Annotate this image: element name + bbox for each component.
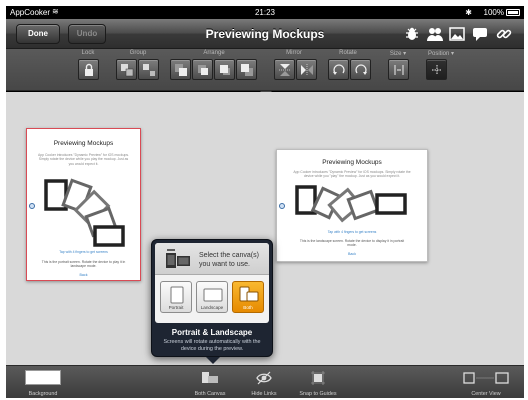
bottom-toolbar: Background Both Canvas Hide Links Snap t… — [6, 365, 524, 398]
group-group-label: Group — [129, 50, 147, 56]
users-icon[interactable] — [426, 26, 443, 42]
send-to-back-button[interactable] — [236, 59, 257, 80]
group-icon — [121, 64, 134, 77]
lock-button[interactable] — [78, 59, 99, 80]
popover-mode-title: Portrait & Landscape — [171, 328, 253, 337]
position-icon — [432, 65, 442, 75]
image-icon[interactable] — [449, 26, 465, 42]
bring-to-front-button[interactable] — [170, 59, 191, 80]
lock-group-label: Lock — [81, 50, 95, 56]
both-option-label: Both — [243, 305, 253, 310]
ungroup-icon — [143, 64, 155, 76]
landscape-link[interactable]: Back — [277, 252, 427, 256]
canvas-devices-icon — [166, 249, 190, 268]
battery-icon — [506, 9, 520, 16]
both-canvas-label: Both Canvas — [194, 391, 226, 397]
center-view-label: Center View — [471, 391, 501, 397]
bug-icon[interactable] — [404, 26, 420, 42]
bring-front-icon — [175, 64, 187, 76]
send-backward-button[interactable] — [214, 59, 235, 80]
group-button[interactable] — [116, 59, 137, 80]
hide-links-eye-icon — [256, 371, 272, 385]
both-devices-icon — [239, 286, 259, 302]
lock-icon — [85, 63, 93, 76]
portrait-rotation-illustration — [44, 178, 125, 247]
chat-icon[interactable] — [472, 26, 488, 42]
rotate-right-button[interactable] — [350, 59, 371, 80]
bluetooth-icon: ✱ — [465, 8, 472, 17]
portrait-intro-text: App Cooker introduces "Dynamic Preview" … — [38, 153, 129, 166]
landscape-device-icon — [203, 288, 223, 302]
position-button[interactable] — [426, 59, 447, 80]
ungroup-button[interactable] — [138, 59, 159, 80]
portrait-option-label: Portrait — [168, 305, 184, 310]
rotate-left-button[interactable] — [328, 59, 349, 80]
edit-toolbar: Lock Group Arrange Mirror Rotate Size ▾ … — [6, 49, 524, 91]
bring-forward-button[interactable] — [192, 59, 213, 80]
hide-links-button[interactable]: Hide Links — [240, 368, 288, 398]
snap-to-guides-button[interactable]: Snap to Guides — [290, 368, 346, 398]
link-icon[interactable] — [496, 26, 512, 42]
size-icon — [394, 65, 404, 75]
popover-arrow — [206, 357, 220, 364]
mirror-group-label: Mirror — [286, 50, 302, 56]
undo-button[interactable]: Undo — [68, 24, 106, 44]
portrait-link-handle[interactable] — [29, 203, 35, 209]
landscape-rotation-illustration — [295, 185, 407, 223]
size-button[interactable] — [388, 59, 409, 80]
snap-to-guides-label: Snap to Guides — [299, 391, 337, 397]
rotate-group-label: Rotate — [339, 50, 357, 56]
mirror-vertical-icon — [279, 64, 291, 76]
size-group-label[interactable]: Size ▾ — [380, 50, 416, 57]
battery-percent: 100% — [483, 8, 504, 17]
send-back-icon — [241, 64, 253, 76]
done-button[interactable]: Done — [16, 24, 60, 44]
portrait-link[interactable]: Back — [27, 273, 140, 277]
landscape-option-label: Landscape — [200, 305, 224, 310]
popover-content: Select the canva(s) you want to use. Por… — [155, 243, 269, 323]
landscape-footer-text: This is the landscape screen. Rotate the… — [299, 239, 405, 248]
portrait-hint: Tap with 4 fingers to get screens — [59, 250, 108, 254]
landscape-link-handle[interactable] — [279, 203, 285, 209]
landscape-option[interactable]: Landscape — [196, 281, 228, 313]
background-label: Background — [28, 391, 58, 397]
landscape-title: Previewing Mockups — [322, 159, 382, 166]
both-option[interactable]: Both — [232, 281, 264, 313]
both-canvas-icon — [202, 372, 218, 383]
center-view-button[interactable]: Center View — [456, 368, 516, 398]
mirror-horizontal-button[interactable] — [296, 59, 317, 80]
background-swatch — [25, 370, 61, 385]
ipad-frame: AppCooker ≋ 21:23 ✱ 100% Done Undo Previ… — [0, 0, 528, 400]
center-view-icon — [463, 372, 509, 384]
landscape-canvas[interactable]: Previewing Mockups App Cooker introduces… — [276, 149, 428, 262]
bring-forward-icon — [198, 65, 208, 75]
status-bar: AppCooker ≋ 21:23 ✱ 100% — [6, 6, 524, 19]
portrait-title: Previewing Mockups — [53, 140, 114, 147]
status-time: 21:23 — [254, 8, 276, 17]
landscape-hint: Tap with 4 fingers to get screens — [327, 230, 377, 234]
hide-links-label: Hide Links — [251, 391, 277, 397]
portrait-footer-text: This is the portrait screen. Rotate the … — [41, 260, 126, 269]
canvas-selection-popover: Select the canva(s) you want to use. Por… — [151, 239, 273, 357]
popover-prompt: Select the canva(s) you want to use. — [199, 252, 259, 268]
ipad-screen: AppCooker ≋ 21:23 ✱ 100% Done Undo Previ… — [6, 6, 524, 398]
navigation-bar: Done Undo Previewing Mockups — [6, 19, 524, 49]
page-title: Previewing Mockups — [205, 27, 325, 41]
snap-guides-icon — [311, 371, 325, 385]
portrait-option[interactable]: Portrait — [160, 281, 192, 313]
popover-header: Select the canva(s) you want to use. — [155, 243, 269, 275]
portrait-device-icon — [170, 286, 184, 304]
rotate-left-icon — [333, 64, 345, 75]
popover-description: Screens will rotate automatically with t… — [163, 339, 261, 352]
mirror-vertical-button[interactable] — [274, 59, 295, 80]
background-button[interactable]: Background — [8, 368, 78, 398]
both-canvas-button[interactable]: Both Canvas — [182, 368, 238, 398]
position-group-label[interactable]: Position ▾ — [420, 50, 462, 57]
landscape-intro-text: App Cooker introduces "Dynamic Preview" … — [293, 170, 411, 179]
rotate-right-icon — [355, 64, 367, 75]
portrait-canvas[interactable]: Previewing Mockups App Cooker introduces… — [26, 128, 141, 281]
arrange-group-label: Arrange — [203, 50, 225, 56]
mirror-horizontal-icon — [301, 64, 313, 76]
send-backward-icon — [220, 65, 230, 75]
